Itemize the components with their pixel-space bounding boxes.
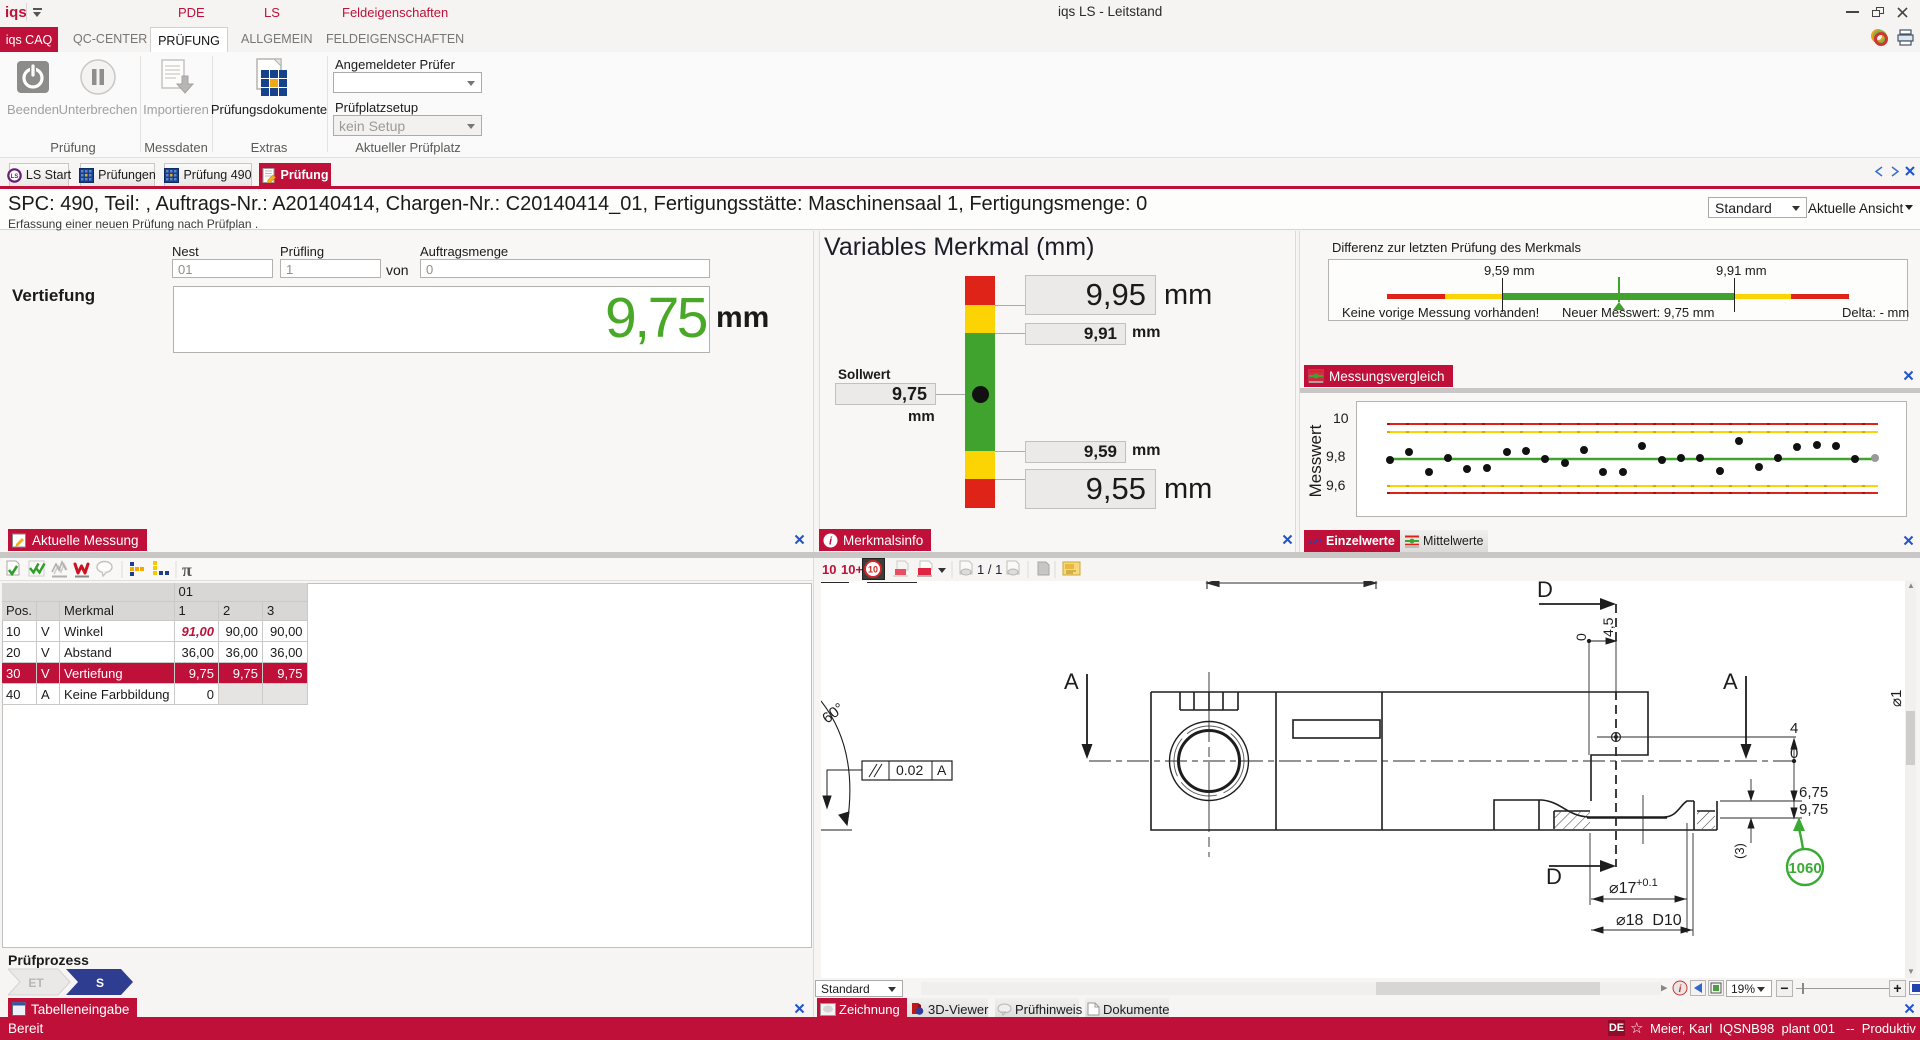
svg-text:0: 0 xyxy=(1573,633,1589,641)
svg-text:0.02: 0.02 xyxy=(896,762,923,778)
svg-text:ET: ET xyxy=(28,976,44,990)
svg-text:A: A xyxy=(1064,669,1079,694)
svg-text:6,75: 6,75 xyxy=(1799,784,1828,801)
svg-text:(3): (3) xyxy=(1732,843,1747,859)
svg-text:LS: LS xyxy=(11,174,19,180)
svg-text:+0.1: +0.1 xyxy=(1636,877,1658,889)
svg-text:⌀17: ⌀17 xyxy=(1609,880,1637,897)
svg-text:⌀18 D10: ⌀18 D10 xyxy=(1616,912,1682,929)
svg-text:10: 10 xyxy=(868,565,878,575)
svg-text:1060: 1060 xyxy=(1788,860,1821,877)
svg-text:D: D xyxy=(1546,864,1562,889)
svg-text:4,5: 4,5 xyxy=(1600,617,1616,637)
svg-text:⌀1: ⌀1 xyxy=(1888,690,1905,707)
svg-text:60°: 60° xyxy=(821,700,848,727)
svg-text:A: A xyxy=(1723,669,1738,694)
svg-text:4: 4 xyxy=(1790,720,1798,737)
svg-text:9,75: 9,75 xyxy=(1799,801,1828,818)
svg-text:D: D xyxy=(1537,581,1553,602)
svg-text:i: i xyxy=(1679,984,1682,995)
svg-text:S: S xyxy=(96,976,104,990)
svg-text:1 / 1: 1 / 1 xyxy=(977,562,1002,577)
svg-text:0: 0 xyxy=(1790,745,1798,762)
svg-text:π: π xyxy=(182,560,192,579)
svg-text:A: A xyxy=(937,762,947,778)
